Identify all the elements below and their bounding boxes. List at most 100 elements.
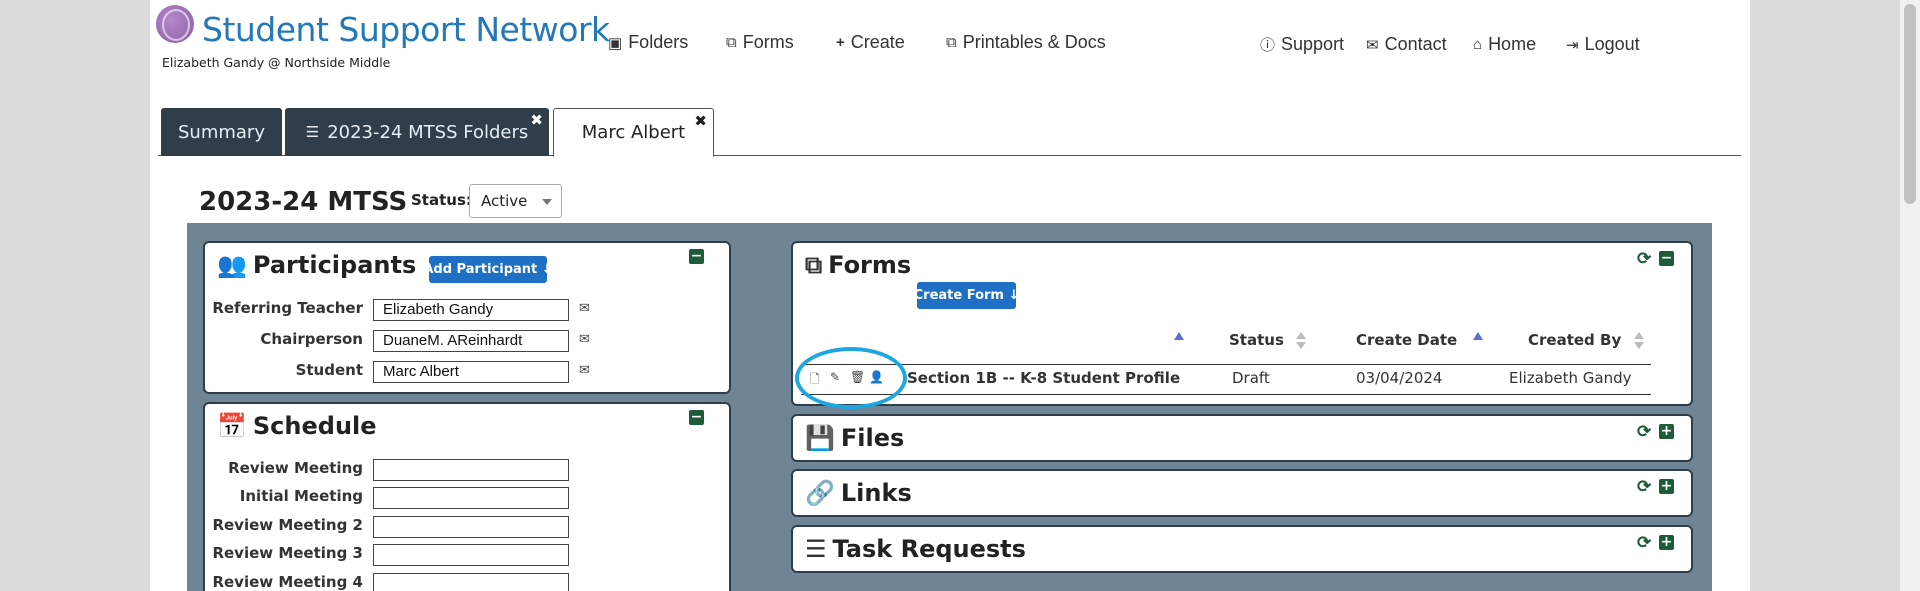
expand-tasks-icon[interactable]: + [1659,535,1674,550]
form-create-date: 03/04/2024 [1356,369,1443,387]
schedule-label: Review Meeting 3 [212,544,363,562]
initial-meeting-field[interactable] [373,487,569,509]
status-select[interactable]: Active [469,184,562,218]
create-form-button[interactable]: Create Form ↓ [914,282,1019,309]
refresh-icon[interactable]: ⟳ [1637,477,1651,497]
forms-title-text: Forms [828,251,912,279]
envelope-icon[interactable]: ✉ [579,331,590,347]
task-requests-title-text: Task Requests [832,535,1026,563]
envelope-icon: ✉ [1366,36,1379,54]
links-panel: 🔗 Links ⟳ + [791,469,1693,517]
links-title: 🔗 Links [805,479,912,507]
close-icon[interactable]: ✖ [530,111,543,129]
sort-asc-icon[interactable] [1174,332,1184,340]
student-field[interactable]: Marc Albert [373,361,569,383]
collapse-participants-icon[interactable]: − [689,249,704,264]
nav-contact[interactable]: ✉ Contact [1366,34,1447,55]
sort-icon[interactable] [1634,332,1644,350]
nav-home-label: Home [1488,34,1537,54]
nav-forms-label: Forms [742,32,794,52]
highlight-annotation [795,347,907,409]
users-icon: 👥 [217,251,247,279]
review-meeting-4-field[interactable] [373,573,569,591]
sort-icon[interactable] [1296,332,1306,350]
vertical-scrollbar[interactable] [1900,0,1920,591]
form-status: Draft [1232,369,1270,387]
nav-forms[interactable]: ⧉ Forms [726,32,794,53]
tab-mtss-folders[interactable]: ☰ 2023-24 MTSS Folders ✖ [285,108,549,156]
review-meeting-field[interactable] [373,459,569,481]
participants-panel: 👥 Participants Add Participant ↓ − Refer… [203,241,731,394]
logout-icon: ⇥ [1566,36,1579,54]
tab-mtss-folders-label: 2023-24 MTSS Folders [327,121,529,143]
column-created-by[interactable]: Created By [1528,331,1621,349]
add-participant-button[interactable]: Add Participant ↓ [423,256,553,283]
form-created-by: Elizabeth Gandy [1509,369,1632,387]
collapse-forms-icon[interactable]: − [1659,251,1674,266]
links-title-text: Links [840,479,912,507]
forms-panel: ⧉ Forms ⟳ − Create Form ↓ Status Create … [791,241,1693,409]
participants-title: 👥 Participants [217,251,416,279]
copy-icon: ⧉ [805,251,823,279]
column-create-date[interactable]: Create Date [1356,331,1457,349]
referring-teacher-field[interactable]: Elizabeth Gandy [373,299,569,321]
page: Student Support Network Elizabeth Gandy … [150,0,1750,591]
status-select-value: Active [481,192,528,210]
sort-asc-icon[interactable] [1473,332,1483,340]
list-icon: ☰ [305,123,320,141]
participant-label: Student [295,361,363,379]
column-status[interactable]: Status [1229,331,1284,349]
task-requests-title: ☰ Task Requests [805,535,1026,563]
tab-marc-albert[interactable]: Marc Albert ✖ [553,108,714,157]
plus-icon: + [836,34,845,51]
nav-home[interactable]: ⌂ Home [1473,34,1536,55]
floppy-disk-icon: 💾 [805,424,835,452]
review-meeting-2-field[interactable] [373,516,569,538]
tab-summary-label: Summary [178,121,265,143]
scrollbar-thumb[interactable] [1904,4,1916,204]
archive-icon: ▣ [608,34,623,52]
schedule-label: Initial Meeting [239,487,363,505]
task-requests-panel: ☰ Task Requests ⟳ + [791,525,1693,573]
expand-links-icon[interactable]: + [1659,479,1674,494]
nav-logout[interactable]: ⇥ Logout [1566,34,1640,55]
logo-icon [156,5,194,43]
chevron-down-icon [542,199,552,205]
form-name[interactable]: Section 1B -- K-8 Student Profile [907,369,1180,387]
participant-label: Chairperson [260,330,363,348]
nav-support[interactable]: ⓘ Support [1260,34,1344,55]
refresh-icon[interactable]: ⟳ [1637,249,1651,269]
nav-folders-label: Folders [628,32,689,52]
participants-title-text: Participants [252,251,417,279]
close-icon[interactable]: ✖ [694,112,707,130]
nav-folders[interactable]: ▣ Folders [608,32,688,53]
nav-printables-label: Printables & Docs [962,32,1106,52]
info-icon: ⓘ [1260,37,1276,54]
schedule-label: Review Meeting 4 [212,573,363,591]
nav-create-label: Create [850,32,905,52]
link-icon: 🔗 [805,479,835,507]
files-title-text: Files [840,424,905,452]
tasks-icon: ☰ [805,535,827,563]
refresh-icon[interactable]: ⟳ [1637,533,1651,553]
schedule-panel: 📅 Schedule − Review Meeting Initial Meet… [203,402,731,591]
envelope-icon[interactable]: ✉ [579,362,590,378]
envelope-icon[interactable]: ✉ [579,300,590,316]
refresh-icon[interactable]: ⟳ [1637,422,1651,442]
nav-create[interactable]: + Create [836,32,905,53]
tab-summary[interactable]: Summary [161,108,282,156]
collapse-schedule-icon[interactable]: − [689,410,704,425]
chairperson-field[interactable]: DuaneM. AReinhardt [373,330,569,352]
brand-title[interactable]: Student Support Network [202,10,610,49]
forms-title: ⧉ Forms [805,251,911,279]
calendar-icon: 📅 [217,412,247,440]
expand-files-icon[interactable]: + [1659,424,1674,439]
schedule-title: 📅 Schedule [217,412,377,440]
current-user: Elizabeth Gandy @ Northside Middle [162,55,391,70]
review-meeting-3-field[interactable] [373,544,569,566]
nav-printables[interactable]: ⧉ Printables & Docs [946,32,1106,53]
tab-marc-albert-label: Marc Albert [581,122,686,143]
table-header-divider [801,364,1651,365]
nav-contact-label: Contact [1384,34,1447,54]
files-panel: 💾 Files ⟳ + [791,414,1693,462]
